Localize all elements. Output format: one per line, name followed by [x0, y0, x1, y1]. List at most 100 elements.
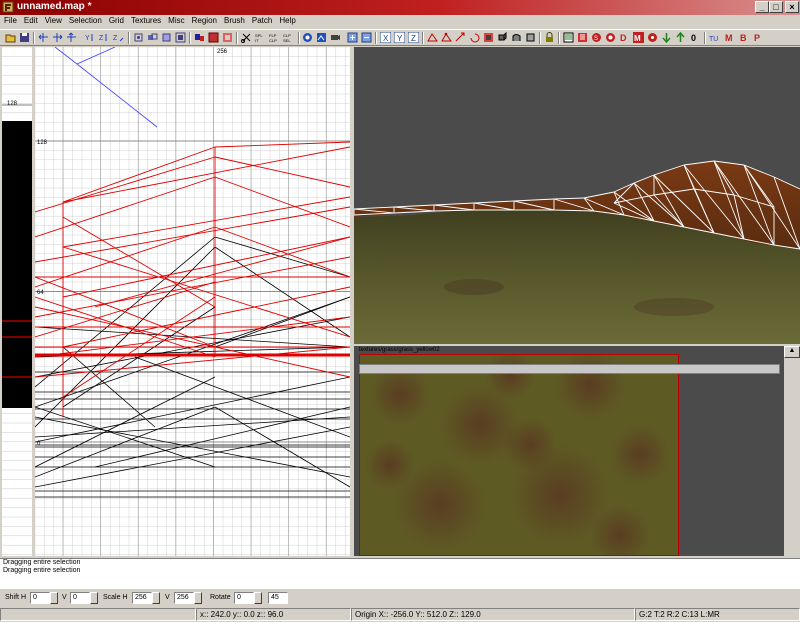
flip-y-icon[interactable]	[66, 32, 77, 43]
close-button[interactable]: ×	[785, 1, 799, 13]
select-inside-icon[interactable]	[175, 32, 186, 43]
camera-icon[interactable]	[330, 32, 341, 43]
menu-help[interactable]: Help	[275, 15, 298, 25]
change-view-icon[interactable]	[302, 32, 313, 43]
hollow-icon[interactable]	[222, 32, 233, 43]
toggle-camera-icon[interactable]	[647, 32, 658, 43]
save-icon[interactable]	[19, 32, 30, 43]
open-folder-icon[interactable]	[5, 32, 16, 43]
toggle-b-icon[interactable]: B	[738, 32, 749, 43]
csg-subtract-icon[interactable]	[194, 32, 205, 43]
svg-text:SEL: SEL	[283, 38, 291, 43]
rotate-y-icon[interactable]: Y	[85, 32, 96, 43]
xy-view-canvas[interactable]: 128 64 0 256	[35, 47, 350, 556]
console-output[interactable]: Dragging entire selection Dragging entir…	[0, 558, 800, 589]
menu-region[interactable]: Region	[188, 15, 220, 25]
drag-edges-icon[interactable]	[427, 32, 438, 43]
shift-v-label: V	[62, 594, 67, 601]
clip-select-icon[interactable]: CLPSEL	[283, 32, 294, 43]
texture-browser[interactable]: textures/grass/grass_yellow02 ▲	[354, 346, 800, 556]
toggle-m2-icon[interactable]: M	[724, 32, 735, 43]
toggle-sound-icon[interactable]: S	[591, 32, 602, 43]
rotate-step-input[interactable]: 45	[268, 592, 288, 604]
maximize-button[interactable]: □	[769, 1, 783, 13]
free-rotation-icon[interactable]	[469, 32, 480, 43]
split-icon[interactable]: SPLIT	[255, 32, 266, 43]
clipper-icon[interactable]	[241, 32, 252, 43]
scale-h-input[interactable]: 256	[132, 592, 152, 604]
shift-h-spinner[interactable]	[50, 592, 58, 604]
menu-selection[interactable]: Selection	[65, 15, 105, 25]
zero-icon[interactable]: 0	[689, 32, 700, 43]
zoom-out-icon[interactable]	[361, 32, 372, 43]
console-line: Dragging entire selection	[3, 559, 81, 566]
select-partial-tall-icon[interactable]	[161, 32, 172, 43]
menu-view[interactable]: View	[41, 15, 65, 25]
shift-v-spinner[interactable]	[90, 592, 98, 604]
svg-text:Z: Z	[99, 35, 104, 42]
texture-view-icon[interactable]	[316, 32, 327, 43]
rotate-input[interactable]: 0	[234, 592, 254, 604]
shift-v-input[interactable]: 0	[70, 592, 90, 604]
toggle-d-icon[interactable]: D	[619, 32, 630, 43]
scale-h-spinner[interactable]	[152, 592, 160, 604]
move-down-icon[interactable]	[661, 32, 672, 43]
patch-bend-icon[interactable]	[511, 32, 522, 43]
toggle-view-icon[interactable]	[605, 32, 616, 43]
menu-file[interactable]: File	[0, 15, 20, 25]
entity-list-icon[interactable]	[563, 32, 574, 43]
flip-x-icon[interactable]	[38, 32, 49, 43]
menu-misc[interactable]: Misc	[164, 15, 187, 25]
axis-y-icon[interactable]: Y	[394, 32, 405, 43]
grass-texture	[360, 350, 678, 556]
rotate-spinner[interactable]	[254, 592, 262, 604]
flip-clip-icon[interactable]: FLPCLP	[269, 32, 280, 43]
scale-v-input[interactable]: 256	[174, 592, 194, 604]
svg-text:IT: IT	[255, 38, 259, 43]
map-info-icon[interactable]	[577, 32, 588, 43]
rotate-z-icon[interactable]: Z	[113, 32, 124, 43]
move-up-icon[interactable]	[675, 32, 686, 43]
scale-icon[interactable]	[455, 32, 466, 43]
zoom-in-icon[interactable]	[347, 32, 358, 43]
axis-z-icon[interactable]: Z	[408, 32, 419, 43]
scale-v-spinner[interactable]	[194, 592, 202, 604]
menu-brush[interactable]: Brush	[220, 15, 248, 25]
toggle-m-icon[interactable]: M	[633, 32, 644, 43]
toggle-p-icon[interactable]: P	[752, 32, 763, 43]
xy-view[interactable]: 128 64 0 256	[35, 47, 350, 556]
menu-patch[interactable]: Patch	[248, 15, 275, 25]
csg-merge-icon[interactable]	[208, 32, 219, 43]
select-complete-tall-icon[interactable]	[133, 32, 144, 43]
rotate-x-icon[interactable]	[52, 32, 63, 43]
texture-filter-bar[interactable]	[359, 364, 780, 374]
xy-label-64: 64	[37, 290, 44, 296]
cube-clip-icon[interactable]	[497, 32, 508, 43]
camera-view-canvas[interactable]	[354, 47, 800, 344]
menu-edit[interactable]: Edit	[20, 15, 41, 25]
patch-insert-icon[interactable]	[525, 32, 536, 43]
shift-h-input[interactable]: 0	[30, 592, 50, 604]
menu-textures[interactable]: Textures	[127, 15, 164, 25]
texture-lock-icon[interactable]	[544, 32, 555, 43]
window-title: unnamed.map *	[17, 1, 92, 12]
drag-vertices-icon[interactable]	[441, 32, 452, 43]
select-touching-icon[interactable]	[147, 32, 158, 43]
z-view[interactable]: 128	[2, 47, 32, 556]
axis-x-icon[interactable]: X	[380, 32, 391, 43]
scroll-up-icon[interactable]: ▲	[784, 346, 800, 358]
toggle-tu-icon[interactable]: TU	[709, 32, 720, 43]
svg-text:M: M	[725, 33, 733, 43]
svg-text:P: P	[754, 33, 760, 43]
texture-tile[interactable]	[359, 350, 679, 556]
texture-scrollbar[interactable]: ▲	[784, 346, 800, 556]
minimize-button[interactable]: _	[755, 1, 769, 13]
camera-view[interactable]	[354, 47, 800, 344]
svg-text:0: 0	[691, 33, 696, 43]
show-patch-icon[interactable]	[483, 32, 494, 43]
svg-text:B: B	[740, 33, 747, 43]
menu-bar: File Edit View Selection Grid Textures Misc Reg…	[0, 15, 800, 29]
menu-grid[interactable]: Grid	[105, 15, 127, 25]
z-view-canvas[interactable]: 128	[2, 47, 32, 556]
flip-z-icon[interactable]: Z	[99, 32, 110, 43]
